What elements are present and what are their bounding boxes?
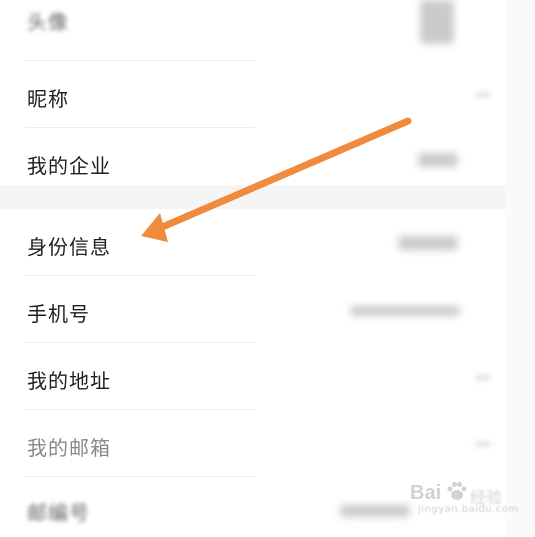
chevron-right-icon	[476, 93, 490, 97]
background-strip	[505, 0, 535, 537]
identity-status	[398, 236, 458, 250]
settings-row-avatar[interactable]: 头像	[0, 0, 505, 60]
settings-row-label: 邮编号	[27, 501, 90, 525]
paw-icon	[447, 482, 467, 500]
postal-value	[340, 505, 410, 517]
settings-row-label: 我的邮箱	[27, 436, 111, 460]
chevron-right-icon	[476, 376, 490, 380]
settings-row-company[interactable]: 我的企业	[0, 128, 505, 185]
settings-row-address[interactable]: 我的地址	[0, 343, 505, 409]
settings-row-label: 我的地址	[27, 369, 111, 393]
settings-sheet: 头像 昵称 我的企业 身份信息 手机号 我的地址 我的邮箱 邮编号	[0, 0, 505, 537]
settings-row-label: 我的企业	[27, 154, 111, 178]
phone-value	[350, 306, 460, 316]
watermark-url: jingyan.baidu.com	[418, 504, 519, 515]
settings-row-label: 头像	[27, 10, 69, 34]
avatar[interactable]	[420, 0, 454, 44]
watermark-brand: Bai	[410, 482, 442, 504]
settings-row-label: 身份信息	[27, 235, 111, 259]
baidu-watermark: Bai du 经验 jingyan.baidu.com	[410, 478, 528, 518]
section-gap	[0, 185, 505, 209]
settings-row-phone[interactable]: 手机号	[0, 276, 505, 342]
settings-row-email[interactable]: 我的邮箱	[0, 410, 505, 476]
settings-row-nickname[interactable]: 昵称	[0, 61, 505, 127]
settings-row-label: 昵称	[27, 87, 69, 111]
settings-row-label: 手机号	[27, 302, 90, 326]
company-value	[418, 153, 458, 167]
settings-row-identity[interactable]: 身份信息	[0, 209, 505, 275]
chevron-right-icon	[476, 442, 490, 446]
